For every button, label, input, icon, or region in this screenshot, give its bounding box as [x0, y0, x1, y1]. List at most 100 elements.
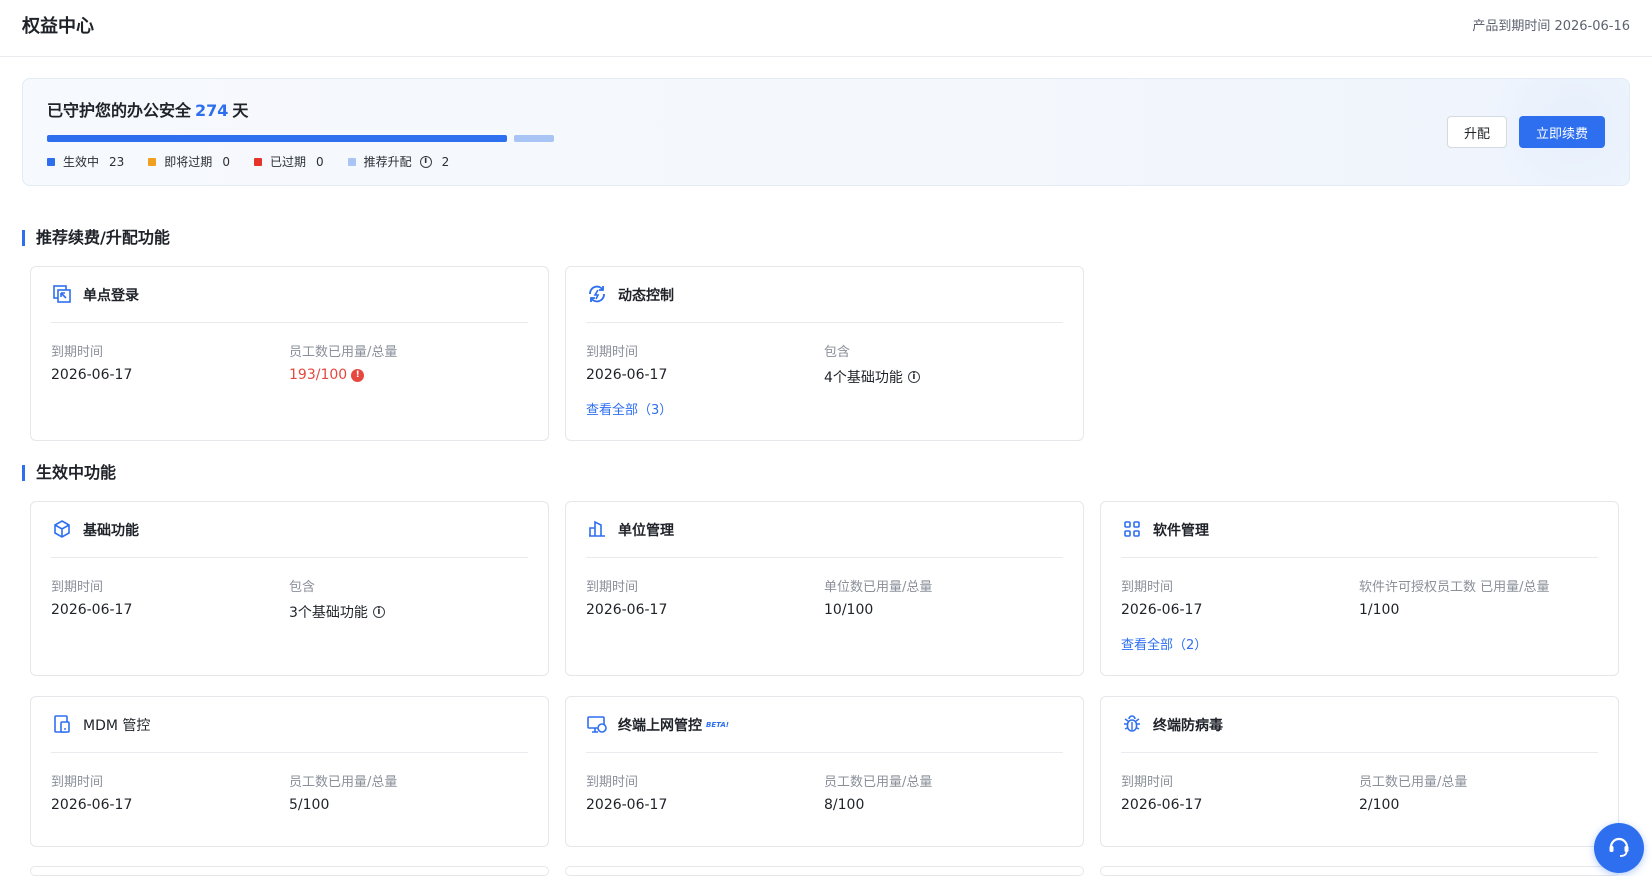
usage-text: 193/100 — [289, 367, 348, 383]
protection-summary: 已守护您的办公安全 274 天 — [47, 97, 248, 121]
includes-value: 4个基础功能 i — [824, 367, 920, 387]
legend-dot — [47, 157, 55, 166]
card-dynamic-control: 动态控制 到期时间 2026-06-17 包含 4个基础功能 i 查看全部（3） — [565, 266, 1084, 441]
includes-column: 包含 3个基础功能 i — [289, 576, 385, 622]
mobile-device-icon — [51, 713, 73, 735]
col-value: 8/100 — [824, 797, 865, 813]
protect-days: 274 — [195, 101, 229, 120]
card-antivirus: 终端防病毒 到期时间 2026-06-17 员工数已用量/总量 2/100 — [1100, 696, 1619, 847]
card-title: MDM 管控 — [83, 718, 151, 734]
legend-expiring: 即将过期 0 — [148, 153, 230, 170]
protection-banner: 已守护您的办公安全 274 天 生效中 23 即将过期 0 已过期 0 推荐升配 i… — [22, 78, 1630, 186]
support-button[interactable] — [1594, 823, 1644, 873]
col-label: 到期时间 — [586, 345, 639, 360]
col-value: 2026-06-17 — [51, 602, 133, 618]
col-value: 2026-06-17 — [51, 797, 133, 813]
col-value: 2026-06-17 — [586, 797, 668, 813]
renew-button[interactable]: 立即续费 — [1519, 116, 1605, 148]
expiry-column: 到期时间 2026-06-17 — [51, 771, 132, 813]
expiry-column: 到期时间 2026-06-17 — [586, 771, 667, 813]
info-icon[interactable]: i — [907, 371, 920, 383]
dynamic-control-icon — [586, 283, 608, 305]
legend-label: 已过期 — [269, 155, 306, 169]
beta-badge: BETA! — [706, 721, 729, 729]
col-label: 到期时间 — [586, 580, 639, 595]
alert-icon[interactable]: ! — [351, 368, 365, 382]
card-title: 软件管理 — [1153, 523, 1209, 539]
col-label: 单位数已用量/总量 — [824, 580, 933, 595]
usage-column: 单位数已用量/总量 10/100 — [824, 576, 932, 618]
expiry-column: 到期时间 2026-06-17 — [586, 341, 667, 383]
col-label: 到期时间 — [51, 345, 104, 360]
col-value: 5/100 — [289, 797, 330, 813]
expiry-column: 到期时间 2026-06-17 — [51, 576, 132, 618]
legend-dot — [148, 157, 157, 166]
col-value: 1/100 — [1359, 602, 1400, 618]
col-value: 2026-06-17 — [1121, 797, 1203, 813]
card-title: 终端上网管控 — [618, 718, 702, 734]
status-legend: 生效中 23 即将过期 0 已过期 0 推荐升配 i 2 — [47, 153, 473, 170]
includes-value: 3个基础功能 i — [289, 602, 385, 622]
col-label: 员工数已用量/总量 — [289, 775, 398, 790]
includes-text: 4个基础功能 — [824, 370, 903, 386]
building-icon — [586, 518, 608, 540]
page-header: 权益中心 产品到期时间 2026-06-16 — [0, 0, 1652, 57]
col-label: 员工数已用量/总量 — [824, 775, 933, 790]
view-all-link[interactable]: 查看全部（2） — [1121, 634, 1207, 653]
headset-icon — [1606, 833, 1632, 863]
col-value: 2026-06-17 — [1121, 602, 1203, 618]
col-label: 到期时间 — [51, 775, 104, 790]
legend-label: 生效中 — [63, 155, 100, 169]
col-value: 10/100 — [824, 602, 874, 618]
legend-expired: 已过期 0 — [253, 153, 324, 170]
card-title: 终端防病毒 — [1153, 718, 1223, 734]
card-header: 终端防病毒 — [1121, 711, 1598, 753]
apps-grid-icon — [1121, 518, 1143, 540]
col-label: 到期时间 — [51, 580, 104, 595]
col-label: 到期时间 — [586, 775, 639, 790]
col-value: 2026-06-17 — [586, 367, 668, 383]
view-all-link[interactable]: 查看全部（3） — [586, 399, 672, 418]
card-header: 单点登录 — [51, 281, 528, 323]
expiry-column: 到期时间 2026-06-17 — [586, 576, 667, 618]
card-network-control: 终端上网管控 BETA! 到期时间 2026-06-17 员工数已用量/总量 8… — [565, 696, 1084, 847]
legend-count: 2 — [441, 154, 450, 169]
col-label: 员工数已用量/总量 — [1359, 775, 1468, 790]
section-title-active: 生效中功能 — [22, 465, 116, 481]
col-label: 员工数已用量/总量 — [289, 345, 398, 360]
card-header: 终端上网管控 BETA! — [586, 711, 1063, 753]
legend-active: 生效中 23 — [47, 153, 124, 170]
legend-label: 即将过期 — [164, 155, 213, 169]
section-title-recommend: 推荐续费/升配功能 — [22, 230, 170, 246]
col-label: 包含 — [289, 580, 316, 595]
upgrade-button[interactable]: 升配 — [1447, 116, 1507, 148]
bug-icon — [1121, 713, 1143, 735]
protect-suffix: 天 — [232, 101, 249, 120]
protect-prefix: 已守护您的办公安全 — [47, 101, 192, 120]
cube-icon — [51, 518, 73, 540]
card-header: MDM 管控 — [51, 711, 528, 753]
legend-dot — [347, 157, 356, 166]
col-value: 2/100 — [1359, 797, 1400, 813]
card-header: 动态控制 — [586, 281, 1063, 323]
card-title: 动态控制 — [618, 288, 674, 304]
card-peek — [30, 866, 549, 876]
col-label: 到期时间 — [1121, 580, 1174, 595]
includes-text: 3个基础功能 — [289, 605, 368, 621]
col-label: 包含 — [824, 345, 851, 360]
card-title: 基础功能 — [83, 523, 139, 539]
active-progress-bar — [47, 135, 507, 142]
expiry-column: 到期时间 2026-06-17 — [1121, 576, 1202, 618]
info-icon[interactable]: i — [372, 606, 385, 618]
card-peek — [565, 866, 1084, 876]
info-icon[interactable]: i — [419, 155, 432, 168]
recommend-progress-bar — [514, 135, 554, 142]
col-label: 软件许可授权员工数 已用量/总量 — [1359, 580, 1550, 595]
card-header: 软件管理 — [1121, 516, 1598, 558]
expiry-column: 到期时间 2026-06-17 — [1121, 771, 1202, 813]
card-basic: 基础功能 到期时间 2026-06-17 包含 3个基础功能 i — [30, 501, 549, 676]
expiry-column: 到期时间 2026-06-17 — [51, 341, 132, 383]
product-expiry: 产品到期时间 2026-06-16 — [1472, 19, 1630, 34]
card-peek — [1100, 866, 1619, 876]
col-label: 到期时间 — [1121, 775, 1174, 790]
